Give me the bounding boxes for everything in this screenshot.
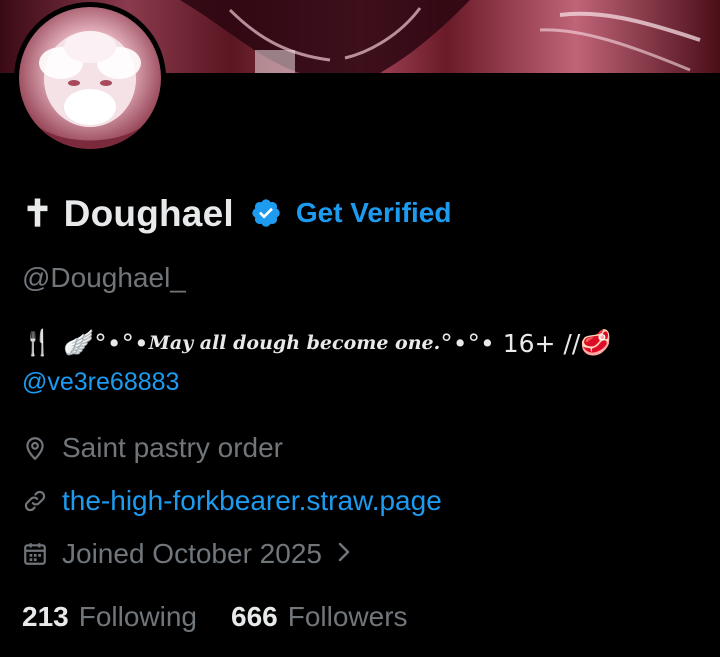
calendar-icon <box>22 541 48 567</box>
following-count: 213 <box>22 601 69 632</box>
website-row: the-high-forkbearer.straw.page <box>22 485 442 517</box>
location-row: Saint pastry order <box>22 432 283 464</box>
username-handle: @Doughael_ <box>22 262 186 293</box>
get-verified-button[interactable]: Get Verified <box>296 197 452 229</box>
avatar-image <box>19 7 161 149</box>
location-pin-icon <box>22 435 48 461</box>
profile-avatar[interactable] <box>14 2 166 154</box>
location-text: Saint pastry order <box>62 432 283 463</box>
wing-icon: 🪽 <box>63 328 95 357</box>
follow-stats: 213 Following 666 Followers <box>22 601 408 633</box>
following-link[interactable]: 213 Following <box>22 601 197 633</box>
followers-link[interactable]: 666 Followers <box>231 601 408 633</box>
display-name: ✝ Doughael <box>22 192 234 234</box>
followers-label: Followers <box>287 601 408 632</box>
fork-knife-icon: 🍴 <box>22 328 54 357</box>
joined-row[interactable]: Joined October 2025 <box>22 538 352 570</box>
chevron-right-icon <box>336 538 352 570</box>
joined-date-text: Joined October 2025 <box>62 538 322 569</box>
following-label: Following <box>78 601 197 632</box>
bio-motto: May all dough become one. <box>148 332 441 354</box>
meat-icon: 🥩 <box>580 328 612 357</box>
followers-count: 666 <box>231 601 278 632</box>
bio-age-text: 16+ // <box>494 328 581 358</box>
link-icon <box>22 488 48 514</box>
name-row: ✝ Doughael Get Verified <box>22 190 451 236</box>
bio-mention-link[interactable]: @ve3re68883 <box>22 368 179 397</box>
website-link[interactable]: the-high-forkbearer.straw.page <box>62 485 442 517</box>
bio-deco-left: °•°• <box>94 328 149 358</box>
bio-deco-right: °•°• <box>440 328 495 358</box>
verified-badge-icon[interactable] <box>250 197 282 229</box>
bio-text: 🍴 🪽 °•°• May all dough become one. °•°• … <box>22 328 611 358</box>
